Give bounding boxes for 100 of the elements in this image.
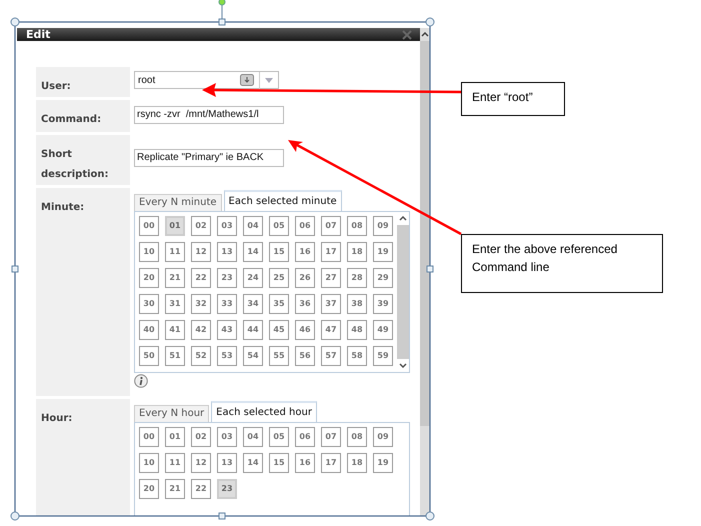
value-toggle[interactable]: 25 <box>269 268 289 288</box>
value-toggle[interactable]: 09 <box>373 426 393 446</box>
value-toggle[interactable]: 51 <box>165 346 185 366</box>
resize-handle[interactable] <box>218 18 226 26</box>
value-toggle[interactable]: 11 <box>165 452 185 472</box>
value-toggle[interactable]: 05 <box>269 216 289 236</box>
value-toggle[interactable]: 29 <box>373 268 393 288</box>
value-toggle[interactable]: 08 <box>347 426 367 446</box>
value-toggle[interactable]: 13 <box>217 242 237 262</box>
value-toggle[interactable]: 08 <box>347 216 367 236</box>
value-toggle[interactable]: 18 <box>347 242 367 262</box>
tab[interactable]: Every N hour <box>134 404 210 422</box>
value-toggle[interactable]: 59 <box>373 346 393 366</box>
value-toggle[interactable]: 06 <box>295 426 315 446</box>
scroll-up-icon[interactable] <box>421 32 429 37</box>
value-toggle[interactable]: 52 <box>191 346 211 366</box>
value-toggle[interactable]: 07 <box>321 426 341 446</box>
value-toggle[interactable]: 26 <box>295 268 315 288</box>
value-toggle[interactable]: 24 <box>243 268 263 288</box>
value-toggle[interactable]: 10 <box>139 452 159 472</box>
value-toggle[interactable]: 00 <box>139 216 159 236</box>
value-toggle[interactable]: 17 <box>321 242 341 262</box>
scroll-up-icon[interactable] <box>399 216 407 220</box>
value-toggle[interactable]: 50 <box>139 346 159 366</box>
resize-handle[interactable] <box>426 512 434 520</box>
value-toggle[interactable]: 17 <box>321 452 341 472</box>
value-toggle[interactable]: 16 <box>295 242 315 262</box>
value-toggle[interactable]: 41 <box>165 320 185 340</box>
value-toggle[interactable]: 46 <box>295 320 315 340</box>
value-toggle[interactable]: 15 <box>269 242 289 262</box>
text-field[interactable]: Replicate "Primary" ie BACK <box>134 148 284 166</box>
value-toggle[interactable]: 47 <box>321 320 341 340</box>
resize-handle[interactable] <box>426 266 434 272</box>
value-toggle[interactable]: 07 <box>321 216 341 236</box>
value-toggle[interactable]: 01 <box>165 426 185 446</box>
value-toggle[interactable]: 15 <box>269 452 289 472</box>
value-toggle[interactable]: 55 <box>269 346 289 366</box>
resize-handle[interactable] <box>10 512 20 520</box>
value-toggle[interactable]: 40 <box>139 320 159 340</box>
rotate-handle[interactable] <box>218 0 226 20</box>
resize-handle[interactable] <box>10 18 20 26</box>
value-toggle[interactable]: 04 <box>243 216 263 236</box>
value-toggle[interactable]: 00 <box>139 426 159 446</box>
tab[interactable]: Each selected hour <box>211 400 317 422</box>
keyboard-icon[interactable] <box>240 74 254 86</box>
value-toggle[interactable]: 44 <box>243 320 263 340</box>
value-toggle[interactable]: 36 <box>295 294 315 314</box>
value-toggle[interactable]: 19 <box>373 242 393 262</box>
value-toggle[interactable]: 48 <box>347 320 367 340</box>
value-toggle[interactable]: 38 <box>347 294 367 314</box>
tab[interactable]: Each selected minute <box>224 190 342 210</box>
user-combo-box[interactable]: root <box>134 71 279 89</box>
value-toggle[interactable]: 57 <box>321 346 341 366</box>
value-toggle[interactable]: 18 <box>347 452 367 472</box>
value-toggle[interactable]: 28 <box>347 268 367 288</box>
info-icon[interactable] <box>134 374 148 388</box>
resize-handle[interactable] <box>218 512 226 520</box>
value-toggle[interactable]: 09 <box>373 216 393 236</box>
scrollbar[interactable] <box>420 28 430 516</box>
value-toggle[interactable]: 43 <box>217 320 237 340</box>
value-toggle[interactable]: 32 <box>191 294 211 314</box>
value-toggle[interactable]: 22 <box>191 268 211 288</box>
value-toggle[interactable]: 21 <box>165 478 185 498</box>
value-toggle[interactable]: 13 <box>217 452 237 472</box>
value-toggle[interactable]: 53 <box>217 346 237 366</box>
value-toggle[interactable]: 23 <box>217 268 237 288</box>
value-toggle[interactable]: 31 <box>165 294 185 314</box>
value-toggle[interactable]: 19 <box>373 452 393 472</box>
value-toggle[interactable]: 35 <box>269 294 289 314</box>
value-toggle[interactable]: 06 <box>295 216 315 236</box>
value-toggle[interactable]: 10 <box>139 242 159 262</box>
value-toggle[interactable]: 02 <box>191 426 211 446</box>
value-toggle[interactable]: 58 <box>347 346 367 366</box>
value-toggle[interactable]: 14 <box>243 242 263 262</box>
value-toggle[interactable]: 05 <box>269 426 289 446</box>
value-toggle[interactable]: 11 <box>165 242 185 262</box>
value-toggle[interactable]: 20 <box>139 478 159 498</box>
value-toggle[interactable]: 02 <box>191 216 211 236</box>
value-toggle[interactable]: 14 <box>243 452 263 472</box>
value-toggle[interactable]: 42 <box>191 320 211 340</box>
text-field[interactable]: rsync -zvr /mnt/Mathews1/l <box>134 106 284 124</box>
resize-handle[interactable] <box>426 18 434 26</box>
value-toggle[interactable]: 12 <box>191 242 211 262</box>
close-icon[interactable] <box>402 30 412 40</box>
value-toggle[interactable]: 39 <box>373 294 393 314</box>
value-toggle[interactable]: 27 <box>321 268 341 288</box>
value-toggle[interactable]: 49 <box>373 320 393 340</box>
value-toggle[interactable]: 03 <box>217 216 237 236</box>
value-toggle[interactable]: 34 <box>243 294 263 314</box>
tab[interactable]: Every N minute <box>134 194 222 210</box>
value-toggle[interactable]: 30 <box>139 294 159 314</box>
scroll-down-icon[interactable] <box>399 362 407 368</box>
value-toggle[interactable]: 03 <box>217 426 237 446</box>
value-toggle[interactable]: 23 <box>217 478 237 498</box>
value-toggle[interactable]: 56 <box>295 346 315 366</box>
value-toggle[interactable]: 22 <box>191 478 211 498</box>
value-toggle[interactable]: 20 <box>139 268 159 288</box>
value-toggle[interactable]: 45 <box>269 320 289 340</box>
value-toggle[interactable]: 01 <box>165 216 185 236</box>
value-toggle[interactable]: 12 <box>191 452 211 472</box>
